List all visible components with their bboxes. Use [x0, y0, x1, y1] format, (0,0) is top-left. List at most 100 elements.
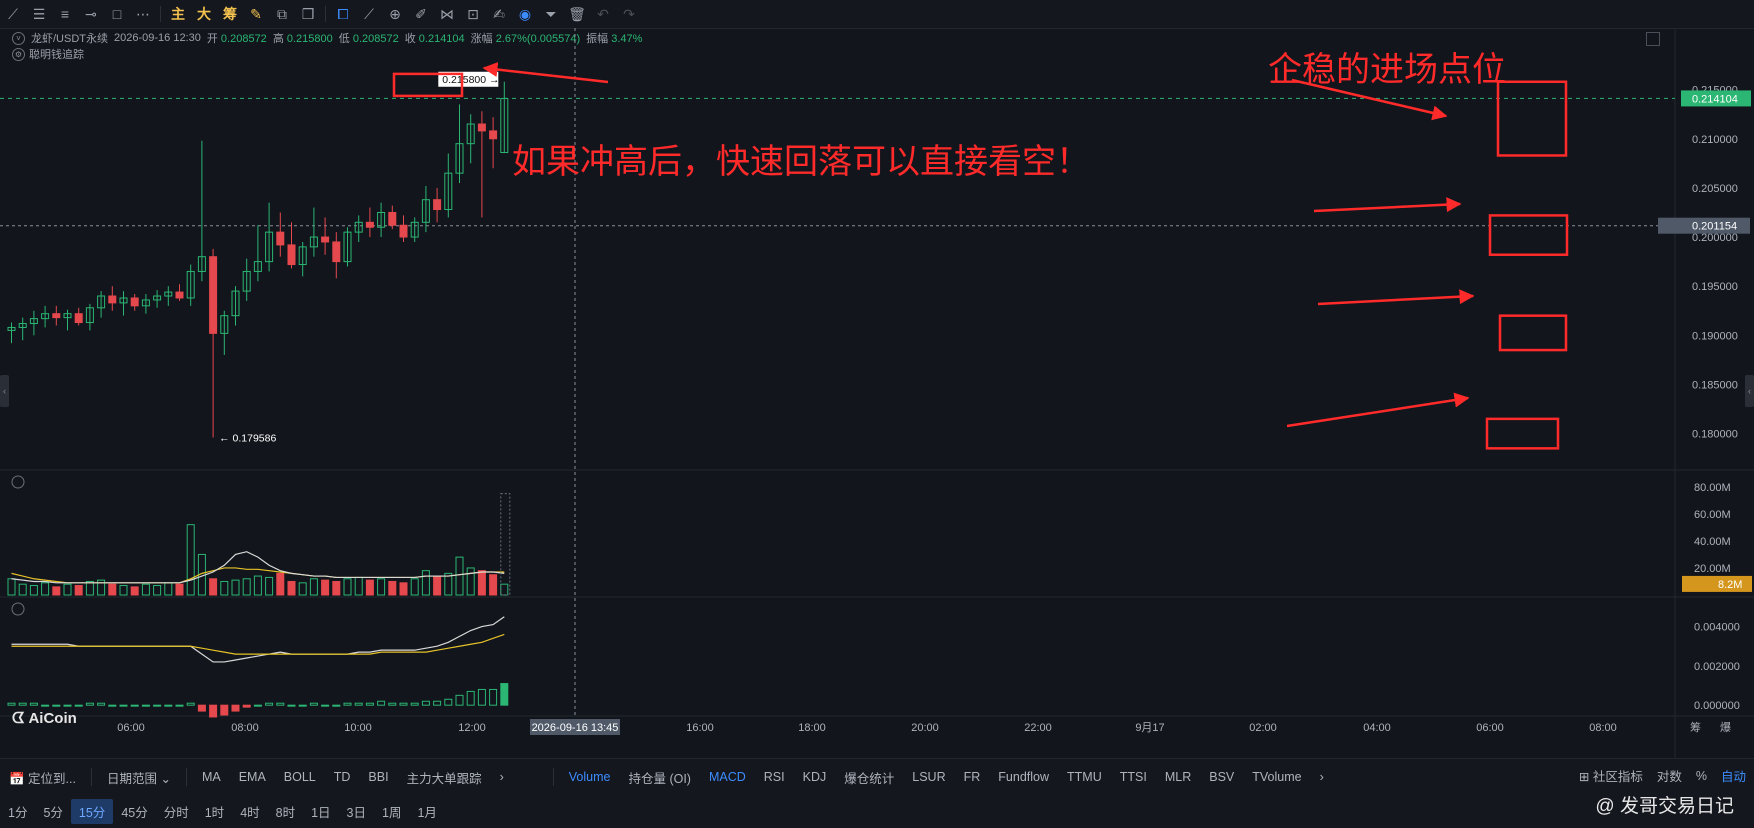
sub-indicators-more-icon[interactable]: ›	[1311, 770, 1333, 784]
macd-bar	[63, 704, 72, 707]
timeframe-4h[interactable]: 4时	[232, 799, 267, 824]
redo-icon[interactable]: ↷	[616, 0, 642, 28]
sub-indicator-lsur[interactable]: LSUR	[903, 770, 954, 784]
auto-scale-button[interactable]: 自动	[1721, 766, 1746, 785]
timeframe-5m[interactable]: 5分	[35, 799, 70, 824]
volume-bar	[63, 583, 72, 596]
sub-indicator-mlr[interactable]: MLR	[1156, 770, 1200, 784]
sub-indicator-rsi[interactable]: RSI	[755, 770, 794, 784]
macd-dea-line	[11, 633, 505, 655]
timeframe-1w[interactable]: 1周	[374, 799, 409, 824]
sub-indicator-bsv[interactable]: BSV	[1200, 770, 1243, 784]
layers-icon[interactable]: ❒	[295, 0, 321, 28]
time-tick-label: 22:00	[1024, 722, 1052, 734]
mirror-icon[interactable]: ⋈	[434, 0, 460, 28]
sub-indicator-oi[interactable]: 持仓量 (OI)	[619, 768, 700, 787]
community-indicator-button[interactable]: ⊞ 社区指标	[1579, 766, 1643, 785]
timeframe-45m[interactable]: 45分	[113, 799, 155, 824]
pen-icon[interactable]: ✎	[243, 0, 269, 28]
volume-bar	[108, 583, 117, 596]
main-indicator-ma[interactable]: MA	[193, 770, 230, 784]
sub-indicator-fr[interactable]: FR	[955, 770, 990, 784]
hline-icon[interactable]: ☰	[26, 0, 52, 28]
ruler-icon[interactable]: ⟋	[356, 0, 382, 28]
macd-tick-label: 0.004000	[1694, 622, 1740, 634]
macd-bar	[220, 704, 229, 716]
volume-bar	[74, 585, 83, 596]
volume-bar	[175, 583, 184, 596]
filter-icon[interactable]: ⏷	[538, 0, 564, 28]
main-indicator-bbi[interactable]: BBI	[359, 770, 397, 784]
volume-tick-label: 20.00M	[1694, 563, 1731, 575]
volume-bar	[164, 582, 173, 596]
edit-icon[interactable]: ✍	[486, 0, 512, 28]
macd-bar	[97, 702, 106, 706]
timeframe-3d[interactable]: 3日	[339, 799, 374, 824]
candle-body	[321, 236, 330, 243]
date-range-dropdown[interactable]: 日期范围 ⌄	[98, 768, 180, 787]
short-note-annotation: 如果冲高后，快速回落可以直接看空！	[512, 143, 1090, 181]
macd-bar	[130, 704, 139, 707]
rect-icon[interactable]: □	[104, 0, 130, 28]
main-indicator-boll[interactable]: BOLL	[275, 770, 325, 784]
volume-bar	[242, 578, 251, 596]
sub-indicator-volume[interactable]: Volume	[560, 770, 620, 784]
main-force-button[interactable]: 主	[165, 0, 191, 28]
candle-body	[489, 130, 498, 140]
main-indicators-more-icon[interactable]: ›	[491, 770, 513, 784]
volume-bar	[343, 578, 352, 596]
macd-bar	[444, 698, 453, 706]
parallel-icon[interactable]: ≡	[52, 0, 78, 28]
timeframe-1h[interactable]: 1时	[197, 799, 232, 824]
macd-bar	[489, 688, 498, 706]
brush-icon[interactable]: ✐	[408, 0, 434, 28]
main-indicator-ema[interactable]: EMA	[230, 770, 275, 784]
macd-bar	[455, 694, 464, 706]
volume-bar	[500, 583, 509, 596]
sub-indicator-liquidation[interactable]: 爆仓统计	[835, 768, 903, 787]
magnet-icon[interactable]: ⧠	[330, 0, 356, 28]
volume-bar	[7, 578, 16, 596]
undo-icon[interactable]: ↶	[590, 0, 616, 28]
macd-bar	[365, 702, 374, 706]
main-indicator-big-orders[interactable]: 主力大单跟踪	[398, 768, 491, 787]
line-icon[interactable]: ⟋	[0, 0, 26, 28]
macd-bar	[52, 704, 61, 707]
trash-icon[interactable]: 🗑	[564, 0, 590, 28]
sub-indicator-ttmu[interactable]: TTMU	[1058, 770, 1111, 784]
timeframe-1d[interactable]: 1日	[303, 799, 338, 824]
left-collapse-handle[interactable]: ‹	[0, 375, 9, 407]
timeframe-timeshare[interactable]: 分时	[156, 799, 197, 824]
eye-icon[interactable]: ◉	[512, 0, 538, 28]
date-range-label: 日期范围	[106, 771, 157, 786]
copy-icon[interactable]: ⧉	[269, 0, 295, 28]
macd-bar	[186, 702, 195, 706]
volume-bar	[298, 582, 307, 596]
sub-indicator-macd[interactable]: MACD	[700, 770, 755, 784]
sub-indicator-fundflow[interactable]: Fundflow	[989, 770, 1058, 784]
ray-icon[interactable]: ⊸	[78, 0, 104, 28]
volume-bar	[321, 579, 330, 596]
lock-icon[interactable]: ⊡	[460, 0, 486, 28]
price-tick-label: 0.205000	[1692, 183, 1738, 195]
price-tick-label: 0.200000	[1692, 232, 1738, 244]
macd-bar	[321, 704, 330, 707]
timeframe-8h[interactable]: 8时	[268, 799, 303, 824]
locate-button[interactable]: 📅 定位到...	[0, 768, 85, 787]
timeframe-1mo[interactable]: 1月	[409, 799, 444, 824]
sub-indicator-kdj[interactable]: KDJ	[794, 770, 836, 784]
dot-more-icon[interactable]: ⋯	[130, 0, 156, 28]
volume-bar	[377, 578, 386, 596]
zoom-icon[interactable]: ⊕	[382, 0, 408, 28]
macd-bar	[164, 704, 173, 707]
timeframe-1m[interactable]: 1分	[0, 799, 35, 824]
chip-button[interactable]: 筹	[217, 0, 243, 28]
timeframe-15m[interactable]: 15分	[70, 798, 114, 824]
percent-scale-button[interactable]: %	[1696, 769, 1707, 783]
sub-indicator-tvolume[interactable]: TVolume	[1243, 770, 1310, 784]
right-collapse-handle[interactable]: ‹	[1745, 375, 1754, 407]
log-scale-button[interactable]: 对数	[1657, 766, 1682, 785]
main-indicator-td[interactable]: TD	[325, 770, 360, 784]
sub-indicator-ttsi[interactable]: TTSI	[1111, 770, 1156, 784]
big-order-button[interactable]: 大	[191, 0, 217, 28]
